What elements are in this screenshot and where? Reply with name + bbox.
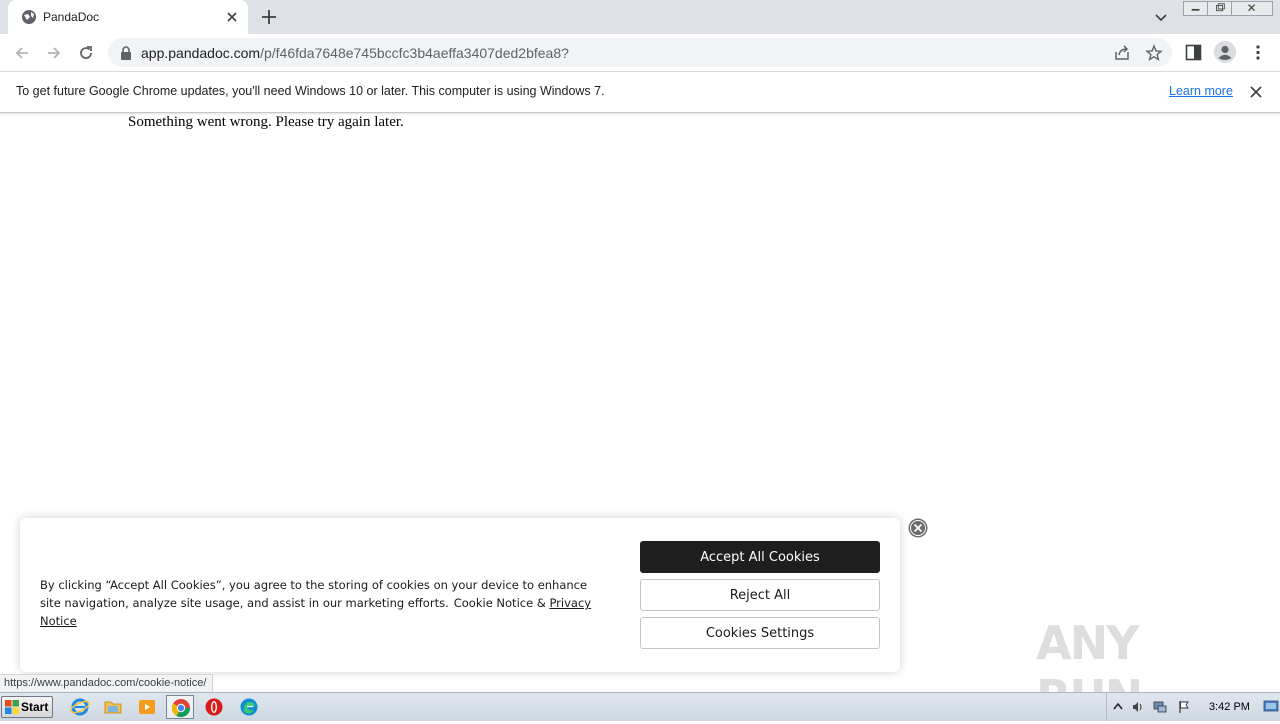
tab-strip: PandaDoc [0, 0, 1280, 34]
accept-all-cookies-button[interactable]: Accept All Cookies [640, 541, 880, 573]
banner-close-icon[interactable] [908, 518, 928, 538]
update-infobar: To get future Google Chrome updates, you… [0, 72, 1280, 113]
network-icon[interactable] [1153, 700, 1167, 714]
folder-icon[interactable] [103, 697, 123, 717]
browser-toolbar: app.pandadoc.com/p/f46fda7648e745bccfc3b… [0, 34, 1280, 72]
taskbar-clock[interactable]: 3:42 PM [1209, 701, 1250, 713]
url-path: /p/f46fda7648e745bccfc3b4aeffa3407ded2bf… [260, 45, 569, 61]
close-tab-icon[interactable] [224, 9, 240, 25]
minimize-button[interactable] [1183, 1, 1209, 16]
cookie-notice-label: Cookie Notice & [453, 596, 546, 610]
anyrun-watermark: ANY RUN [1036, 606, 1236, 724]
new-tab-icon[interactable] [260, 8, 278, 26]
media-player-icon[interactable] [137, 697, 157, 717]
tab-title: PandaDoc [43, 10, 100, 24]
url-domain: app.pandadoc.com [141, 45, 261, 61]
start-label: Start [21, 700, 49, 714]
edge-icon[interactable] [239, 697, 259, 717]
bookmark-star-icon[interactable] [1145, 44, 1163, 62]
volume-icon[interactable] [1131, 700, 1145, 714]
window-close-button[interactable] [1231, 1, 1273, 16]
cookie-banner: By clicking “Accept All Cookies”, you ag… [20, 518, 900, 672]
tray-expand-icon[interactable] [1111, 700, 1125, 714]
address-bar[interactable]: app.pandadoc.com/p/f46fda7648e745bccfc3b… [108, 38, 1172, 67]
chrome-taskbar-button[interactable] [166, 695, 194, 719]
error-message: Something went wrong. Please try again l… [128, 114, 404, 130]
reload-icon[interactable] [76, 43, 96, 63]
opera-icon[interactable] [204, 697, 224, 717]
cookie-description: By clicking “Accept All Cookies”, you ag… [40, 576, 600, 630]
kebab-menu-icon[interactable] [1250, 44, 1266, 61]
lock-icon[interactable] [120, 46, 132, 60]
back-icon[interactable] [12, 43, 32, 63]
windows-taskbar: Start 3:42 PM [0, 692, 1280, 721]
learn-more-link[interactable]: Learn more [1169, 84, 1233, 98]
profile-icon[interactable] [1214, 41, 1236, 63]
restore-button[interactable] [1207, 1, 1233, 16]
windows-logo-icon [5, 700, 19, 714]
show-desktop-icon[interactable] [1263, 699, 1279, 713]
cookies-settings-button[interactable]: Cookies Settings [640, 617, 880, 649]
chrome-icon [171, 699, 190, 718]
side-panel-icon[interactable] [1185, 44, 1202, 61]
url-text[interactable]: app.pandadoc.com/p/f46fda7648e745bccfc3b… [141, 45, 569, 61]
infobar-message: To get future Google Chrome updates, you… [16, 84, 605, 98]
window-controls [1183, 1, 1275, 17]
status-url-bubble: https://www.pandadoc.com/cookie-notice/ [0, 674, 214, 692]
start-button[interactable]: Start [1, 696, 53, 718]
forward-icon[interactable] [44, 43, 64, 63]
share-icon[interactable] [1113, 44, 1131, 62]
internet-explorer-icon[interactable] [70, 697, 90, 717]
globe-icon [22, 10, 36, 24]
action-center-flag-icon[interactable] [1177, 700, 1191, 714]
close-icon[interactable] [1249, 85, 1263, 99]
chevron-down-icon[interactable] [1153, 9, 1169, 25]
tab-pandadoc[interactable]: PandaDoc [8, 0, 248, 34]
reject-all-button[interactable]: Reject All [640, 579, 880, 611]
system-tray: 3:42 PM [1106, 693, 1280, 721]
